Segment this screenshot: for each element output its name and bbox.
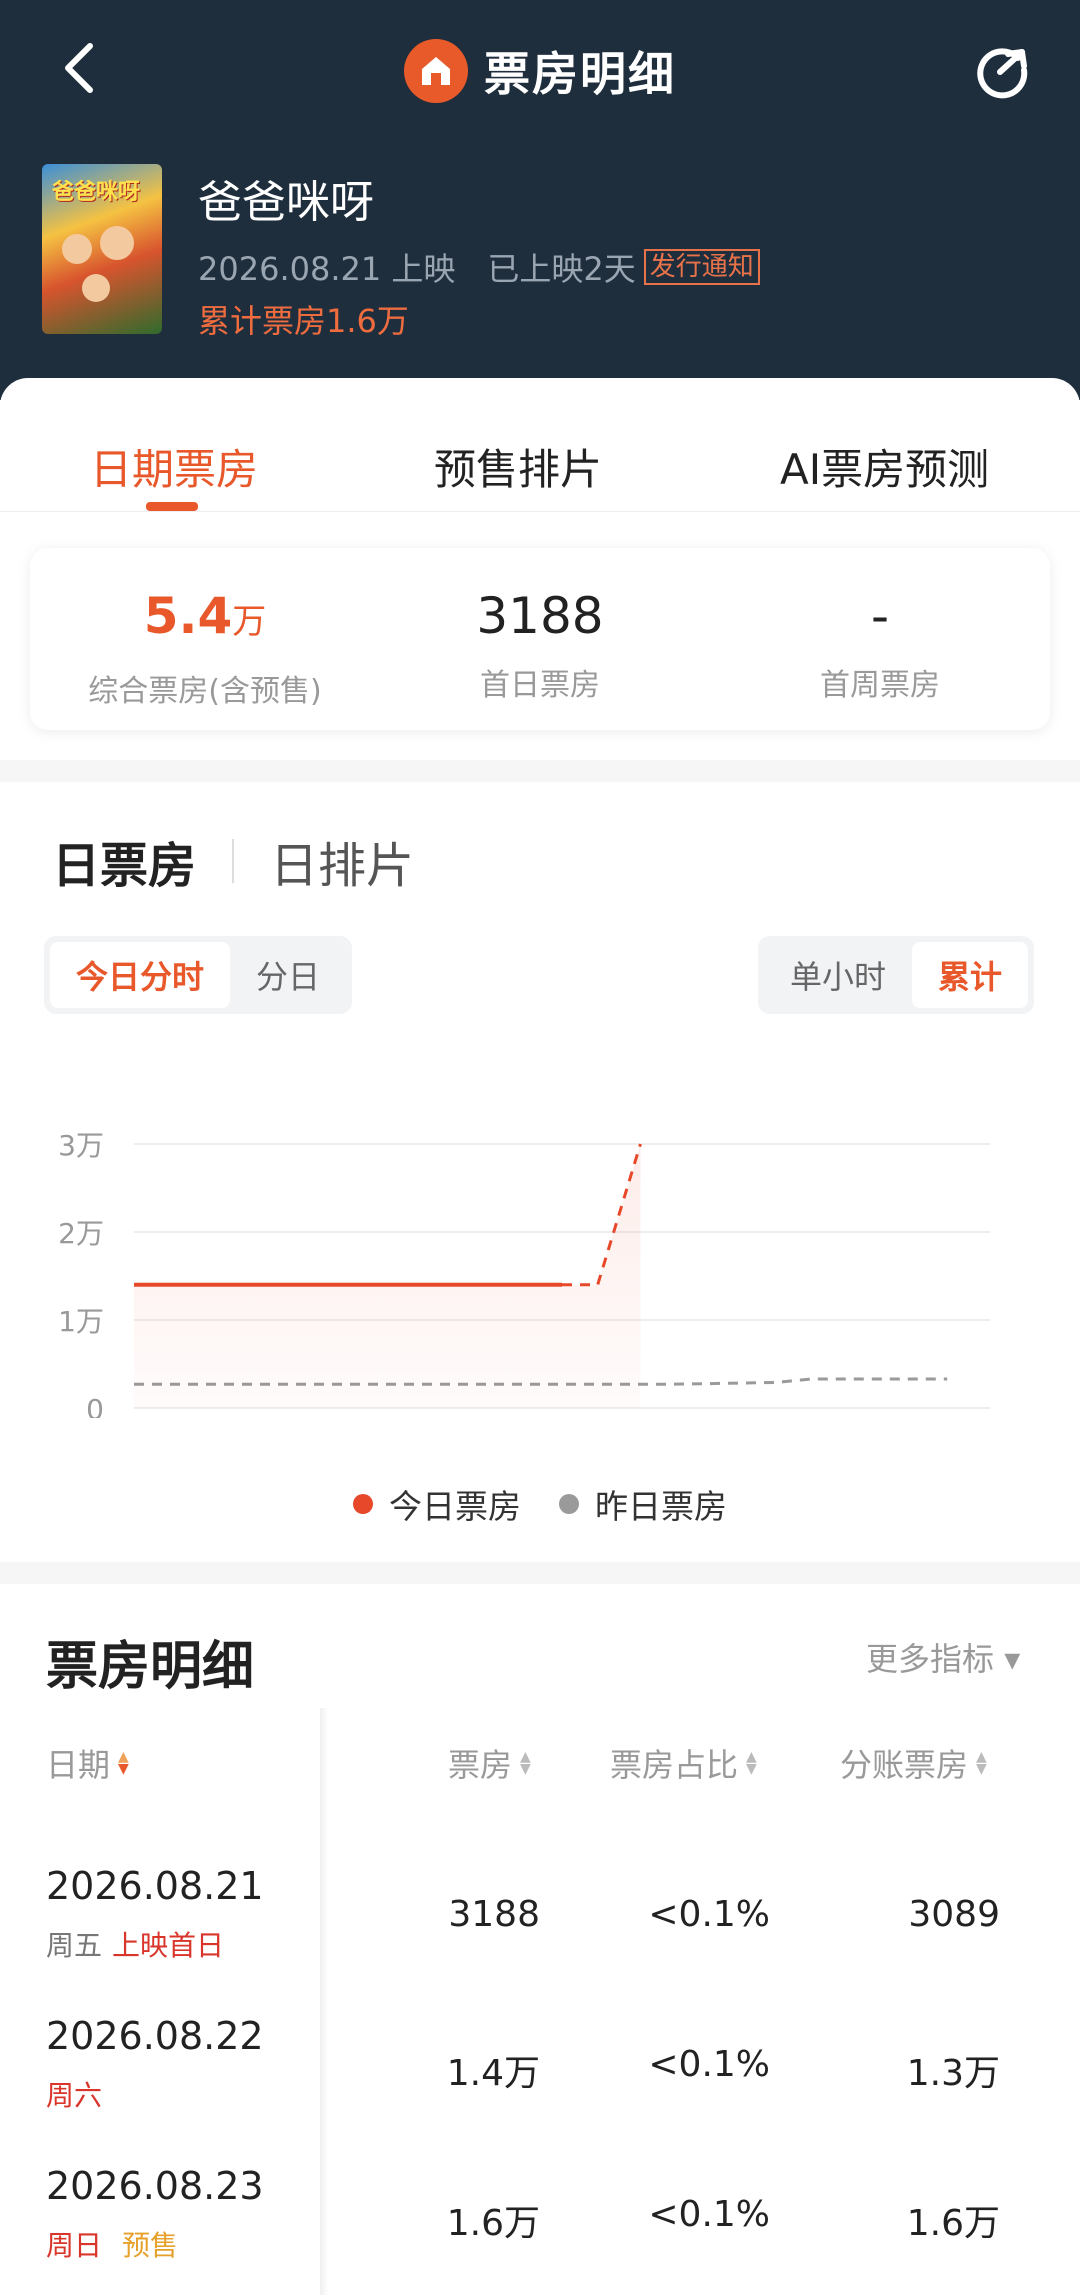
header-date[interactable]: 日期 ▲ ▼ xyxy=(46,1740,129,1786)
y-tick-label: 1万 xyxy=(58,1305,104,1338)
header-share[interactable]: 票房占比 ▲ ▼ xyxy=(610,1740,757,1786)
share-icon[interactable] xyxy=(970,38,1034,102)
page-title: 票房明细 xyxy=(484,47,676,101)
row-date: 2026.08.21 xyxy=(46,1864,264,1908)
sort-icon: ▲ ▼ xyxy=(520,1749,531,1777)
poster-figure xyxy=(62,234,92,264)
cell-box-office: 3188 xyxy=(448,1894,540,1935)
series-area-today xyxy=(134,1144,641,1408)
poster-title: 爸爸咪呀 xyxy=(52,180,141,205)
row-subtitle: 周六 xyxy=(46,2074,102,2114)
chart-legend: 今日票房 昨日票房 xyxy=(0,1480,1080,1528)
header-split-box-office[interactable]: 分账票房 ▲ ▼ xyxy=(840,1740,987,1786)
toggle-by-day[interactable]: 分日 xyxy=(230,942,346,1008)
movie-name: 爸爸咪呀 xyxy=(198,177,374,228)
mode-toggle: 单小时 累计 xyxy=(758,936,1035,1014)
stat-value: 5.4 xyxy=(143,587,233,645)
section-separator xyxy=(0,1562,1080,1584)
row-subtitle: 周日 预售 xyxy=(46,2224,178,2264)
granularity-toggle: 今日分时 分日 xyxy=(44,936,353,1014)
legend-today[interactable]: 今日票房 xyxy=(353,1480,521,1528)
stat-label: 首日票房 xyxy=(480,668,600,703)
y-tick-label: 0 xyxy=(86,1393,104,1418)
stat-label: 综合票房(含预售) xyxy=(88,674,322,709)
tab-ai-forecast[interactable]: AI票房预测 xyxy=(780,436,989,497)
dropdown-caret-icon: ▾ xyxy=(1004,1640,1021,1678)
app-logo-icon xyxy=(404,39,468,103)
release-notice-badge[interactable]: 发行通知 xyxy=(643,249,760,285)
stat-first-week: - 首周票房 xyxy=(770,588,990,704)
stat-unit: 万 xyxy=(232,602,267,642)
row-weekday: 周六 xyxy=(46,2079,103,2112)
stat-label: 首周票房 xyxy=(820,668,940,703)
header-label: 票房 xyxy=(448,1746,513,1784)
days-released: 已上映2天 xyxy=(487,250,636,288)
row-weekday: 周日 xyxy=(46,2229,103,2262)
sort-icon: ▲ ▼ xyxy=(976,1749,987,1777)
section-separator xyxy=(0,760,1080,782)
toggle-cumulative[interactable]: 累计 xyxy=(912,942,1029,1008)
y-tick-label: 3万 xyxy=(58,1129,104,1162)
row-tag: 预售 xyxy=(122,2229,179,2262)
row-date: 2026.08.22 xyxy=(46,2014,264,2058)
legend-label: 今日票房 xyxy=(389,1487,521,1526)
tab-daily-schedule[interactable]: 日排片 xyxy=(270,826,414,896)
title-bar: 票房明细 xyxy=(0,36,1080,106)
row-subtitle: 周五 上映首日 xyxy=(46,1924,224,1964)
row-date: 2026.08.23 xyxy=(46,2164,264,2208)
cell-split: 1.6万 xyxy=(906,2203,1000,2244)
row-weekday: 周五 xyxy=(46,1929,103,1962)
tab-bar: 日期票房 预售排片 AI票房预测 xyxy=(0,378,1080,512)
cumulative-box-office: 累计票房1.6万 xyxy=(198,302,409,340)
legend-yesterday[interactable]: 昨日票房 xyxy=(559,1480,727,1528)
sort-icon: ▲ ▼ xyxy=(746,1749,757,1777)
legend-label: 昨日票房 xyxy=(595,1487,727,1526)
cell-box-office: 1.4万 xyxy=(446,2053,540,2094)
cell-split: 3089 xyxy=(908,1894,1000,1935)
box-office-chart: 01万2万3万00:0003:0006:0009:0012:0015:0018:… xyxy=(58,1129,990,1418)
tab-indicator xyxy=(146,502,198,511)
tab-date-box-office[interactable]: 日期票房 xyxy=(90,436,258,497)
more-label: 更多指标 xyxy=(866,1640,995,1678)
movie-poster[interactable]: 爸爸咪呀 xyxy=(42,164,162,334)
cell-share: <0.1% xyxy=(648,2194,770,2235)
header-label: 日期 xyxy=(46,1746,111,1784)
more-metrics-dropdown[interactable]: 更多指标 ▾ xyxy=(866,1634,1020,1680)
tab-presale-schedule[interactable]: 预售排片 xyxy=(434,436,602,497)
poster-figure xyxy=(82,274,110,302)
header-box-office[interactable]: 票房 ▲ ▼ xyxy=(448,1740,531,1786)
poster-figure xyxy=(100,226,134,260)
toggle-today-hourly[interactable]: 今日分时 xyxy=(50,942,231,1008)
tab-daily-box-office[interactable]: 日票房 xyxy=(52,826,196,896)
frozen-column-shadow xyxy=(320,1708,328,2295)
stat-first-day: 3188 首日票房 xyxy=(430,588,650,704)
section-tabs: 日票房 日排片 xyxy=(52,826,414,896)
cell-box-office: 1.6万 xyxy=(446,2203,540,2244)
header: 票房明细 爸爸咪呀 爸爸咪呀 2026.08.21 上映 已上映2天 发行通知 … xyxy=(0,0,1080,400)
movie-meta: 2026.08.21 上映 已上映2天 发行通知 xyxy=(198,244,760,290)
y-tick-label: 2万 xyxy=(58,1217,104,1250)
release-date: 2026.08.21 上映 xyxy=(198,250,456,288)
header-label: 票房占比 xyxy=(610,1746,739,1784)
stats-panel: 5.4万 综合票房(含预售) 3188 首日票房 - 首周票房 xyxy=(30,548,1050,730)
stat-value: 3188 xyxy=(476,587,604,645)
stat-value: - xyxy=(870,587,890,645)
sort-icon: ▲ ▼ xyxy=(118,1749,129,1777)
detail-title: 票房明细 xyxy=(46,1637,255,1697)
cell-share: <0.1% xyxy=(648,2044,770,2085)
header-label: 分账票房 xyxy=(840,1746,969,1784)
row-tag: 上映首日 xyxy=(112,1929,225,1962)
stat-total: 5.4万 综合票房(含预售) xyxy=(80,588,330,710)
toggle-single-hour[interactable]: 单小时 xyxy=(764,942,912,1008)
cell-split: 1.3万 xyxy=(906,2053,1000,2094)
main-card: 日期票房 预售排片 AI票房预测 5.4万 综合票房(含预售) 3188 首日票… xyxy=(0,378,1080,2295)
cell-share: <0.1% xyxy=(648,1894,770,1935)
